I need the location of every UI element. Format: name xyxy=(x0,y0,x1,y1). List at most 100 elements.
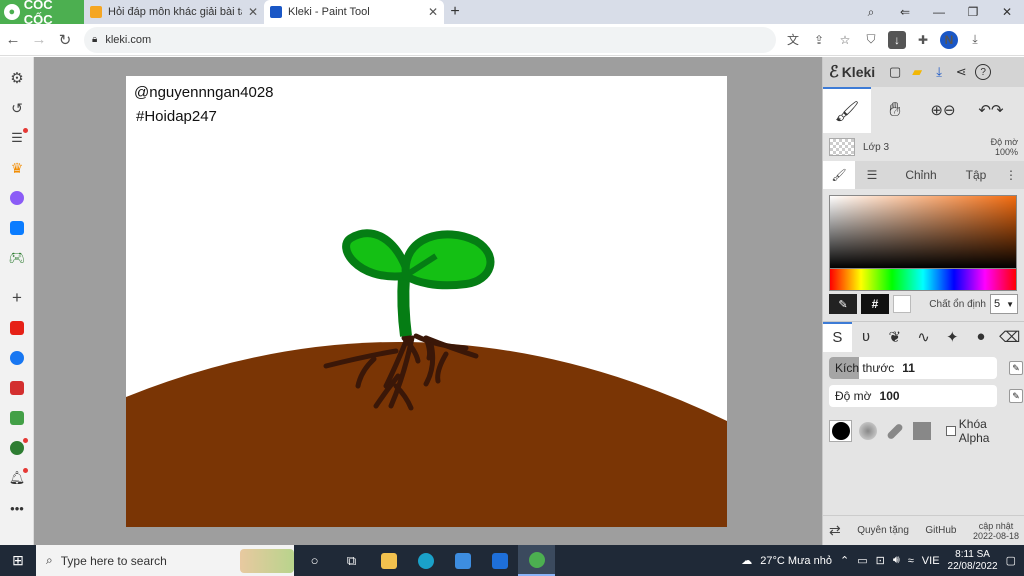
sketchy-brush-icon[interactable]: ❦ xyxy=(880,322,909,352)
messenger-icon[interactable] xyxy=(0,183,34,213)
save-icon[interactable]: ⤓ xyxy=(931,64,947,80)
taskbar-search[interactable]: ⌕ Type here to search xyxy=(36,545,294,576)
lock-alpha-checkbox[interactable]: Khóa Alpha xyxy=(946,417,1018,445)
coccoc-menu-button[interactable]: ● CỐC CỐC xyxy=(0,0,84,27)
extension-icon[interactable] xyxy=(0,433,34,463)
chisel-tip-icon[interactable] xyxy=(884,420,907,442)
round-tip-icon[interactable] xyxy=(829,420,853,442)
extensions-icon[interactable]: ✚ xyxy=(914,31,932,49)
tab-adjust[interactable]: Chỉnh xyxy=(889,161,953,189)
game-icon[interactable]: 🎮︎ xyxy=(0,243,34,273)
github-link[interactable]: GitHub xyxy=(925,525,956,536)
pen-brush-icon[interactable]: S xyxy=(823,321,852,352)
restore-session-icon[interactable]: ⇐ xyxy=(888,5,922,19)
brush-tool-button[interactable]: 🖌︎ xyxy=(823,87,871,133)
close-tab-icon[interactable]: ✕ xyxy=(248,5,258,19)
weather-text[interactable]: 27°C Mưa nhỏ xyxy=(760,555,832,567)
opacity-slider[interactable]: Độ mờ 100 xyxy=(829,385,997,407)
coupon-icon[interactable] xyxy=(0,403,34,433)
donate-link[interactable]: Quyên tặng xyxy=(857,525,909,536)
battery-icon[interactable]: ▭ xyxy=(857,554,867,567)
swap-icon[interactable]: ⇄ xyxy=(829,522,841,539)
pressure-toggle-icon[interactable]: ✎ xyxy=(1009,389,1023,403)
clock[interactable]: 8:11 SA 22/08/2022 xyxy=(948,549,998,573)
square-tip-icon[interactable] xyxy=(911,420,934,442)
hex-button[interactable]: # xyxy=(861,294,889,314)
download-savior-icon[interactable]: ↓ xyxy=(888,30,906,49)
mail-icon[interactable] xyxy=(481,545,518,576)
pressure-toggle-icon[interactable]: ✎ xyxy=(1009,361,1023,375)
more-menu-icon[interactable]: ⋮ xyxy=(999,161,1023,189)
pixel-brush-icon[interactable]: ∿ xyxy=(909,322,938,352)
share-icon[interactable]: ⋖ xyxy=(953,64,969,80)
forward-icon[interactable]: → xyxy=(26,31,52,48)
close-tab-icon[interactable]: ✕ xyxy=(428,5,438,19)
more-icon[interactable]: ••• xyxy=(0,493,34,523)
store-icon[interactable] xyxy=(444,545,481,576)
help-icon[interactable]: ? xyxy=(975,64,992,80)
tab-kleki[interactable]: Kleki - Paint Tool ✕ xyxy=(264,0,444,24)
volume-icon[interactable]: 🔊︎ xyxy=(893,554,900,567)
zoom-icon[interactable]: ⊕⊖ xyxy=(919,87,967,133)
hidden-icons-icon[interactable]: ⌃ xyxy=(840,554,849,567)
smudge-brush-icon[interactable]: ● xyxy=(967,322,996,352)
color-picker-area[interactable] xyxy=(829,195,1017,269)
reload-icon[interactable]: ↻ xyxy=(52,31,78,49)
size-slider[interactable]: Kích thước 11 xyxy=(829,357,997,379)
tab-file[interactable]: Tập xyxy=(953,161,999,189)
drawing-canvas[interactable]: @nguyennngan4028 #Hoidap247 xyxy=(126,76,727,527)
canvas-viewport[interactable]: @nguyennngan4028 #Hoidap247 xyxy=(34,57,822,545)
open-file-icon[interactable]: ▰ xyxy=(909,64,925,80)
search-tabs-icon[interactable]: ⌕ xyxy=(854,5,888,20)
chemy-brush-icon[interactable]: ✦ xyxy=(938,322,967,352)
new-tab-button[interactable]: + xyxy=(444,0,466,24)
cortana-icon[interactable]: ○ xyxy=(296,545,333,576)
facebook-icon[interactable] xyxy=(0,343,34,373)
youtube-icon[interactable] xyxy=(0,313,34,343)
blend-brush-icon[interactable]: ʋ xyxy=(852,322,881,352)
edge-icon[interactable] xyxy=(407,545,444,576)
soil-hill xyxy=(126,341,727,527)
network-icon[interactable]: ⊡ xyxy=(876,554,885,567)
search-placeholder: Type here to search xyxy=(60,553,167,568)
share-icon[interactable]: ⇪ xyxy=(810,31,828,49)
add-icon[interactable]: + xyxy=(0,283,34,313)
back-icon[interactable]: ← xyxy=(0,31,26,48)
task-view-icon[interactable]: ⧉ xyxy=(333,545,370,576)
settings-icon[interactable]: ⚙ xyxy=(0,63,34,93)
tab-layers[interactable]: ☰ xyxy=(855,161,889,189)
new-file-icon[interactable]: ▢ xyxy=(887,64,903,80)
coccoc-taskbar-icon[interactable] xyxy=(518,545,555,576)
calendar-icon[interactable] xyxy=(0,373,34,403)
soft-tip-icon[interactable] xyxy=(856,420,879,442)
layer-row[interactable]: Lớp 3 Độ mờ 100% xyxy=(823,133,1024,161)
crown-icon[interactable]: ♛ xyxy=(0,153,34,183)
hue-slider[interactable] xyxy=(829,269,1017,291)
wifi-icon[interactable]: ≈ xyxy=(908,555,914,567)
maximize-button[interactable]: ❐ xyxy=(956,5,990,19)
tab-hoidap[interactable]: Hỏi đáp môn khác giải bài tậ ✕ xyxy=(84,0,264,24)
star-icon[interactable]: ☆ xyxy=(836,31,854,49)
address-bar[interactable]: 🔒︎ kleki.com xyxy=(84,26,776,53)
start-button[interactable]: ⊞ xyxy=(0,552,36,569)
history-icon[interactable]: ↺ xyxy=(0,93,34,123)
downloads-icon[interactable]: ⤓ xyxy=(966,31,984,49)
minimize-button[interactable]: — xyxy=(922,5,956,19)
translate-icon[interactable]: 文 xyxy=(784,31,802,49)
reading-list-icon[interactable]: ☰ xyxy=(0,123,34,153)
zalo-icon[interactable] xyxy=(0,213,34,243)
secondary-color-swatch[interactable] xyxy=(893,295,911,313)
eyedropper-icon[interactable]: ✎ xyxy=(829,294,857,314)
tab-brush[interactable]: 🖌︎ xyxy=(823,161,855,189)
profile-avatar[interactable]: N xyxy=(940,30,958,49)
notifications-icon[interactable]: ▢ xyxy=(1006,554,1016,567)
close-window-button[interactable]: ✕ xyxy=(990,5,1024,19)
file-explorer-icon[interactable] xyxy=(370,545,407,576)
bell-icon[interactable]: 🔔︎ xyxy=(0,463,34,493)
eraser-icon[interactable]: ⌫ xyxy=(995,322,1024,352)
hand-tool-button[interactable]: ✋︎ xyxy=(871,87,919,133)
language-indicator[interactable]: VIE xyxy=(922,555,940,567)
shield-icon[interactable]: ⛉ xyxy=(862,31,880,49)
undo-redo-icon[interactable]: ↶↷ xyxy=(967,87,1015,133)
stabilizer-select[interactable]: 5 ▼ xyxy=(990,294,1018,314)
